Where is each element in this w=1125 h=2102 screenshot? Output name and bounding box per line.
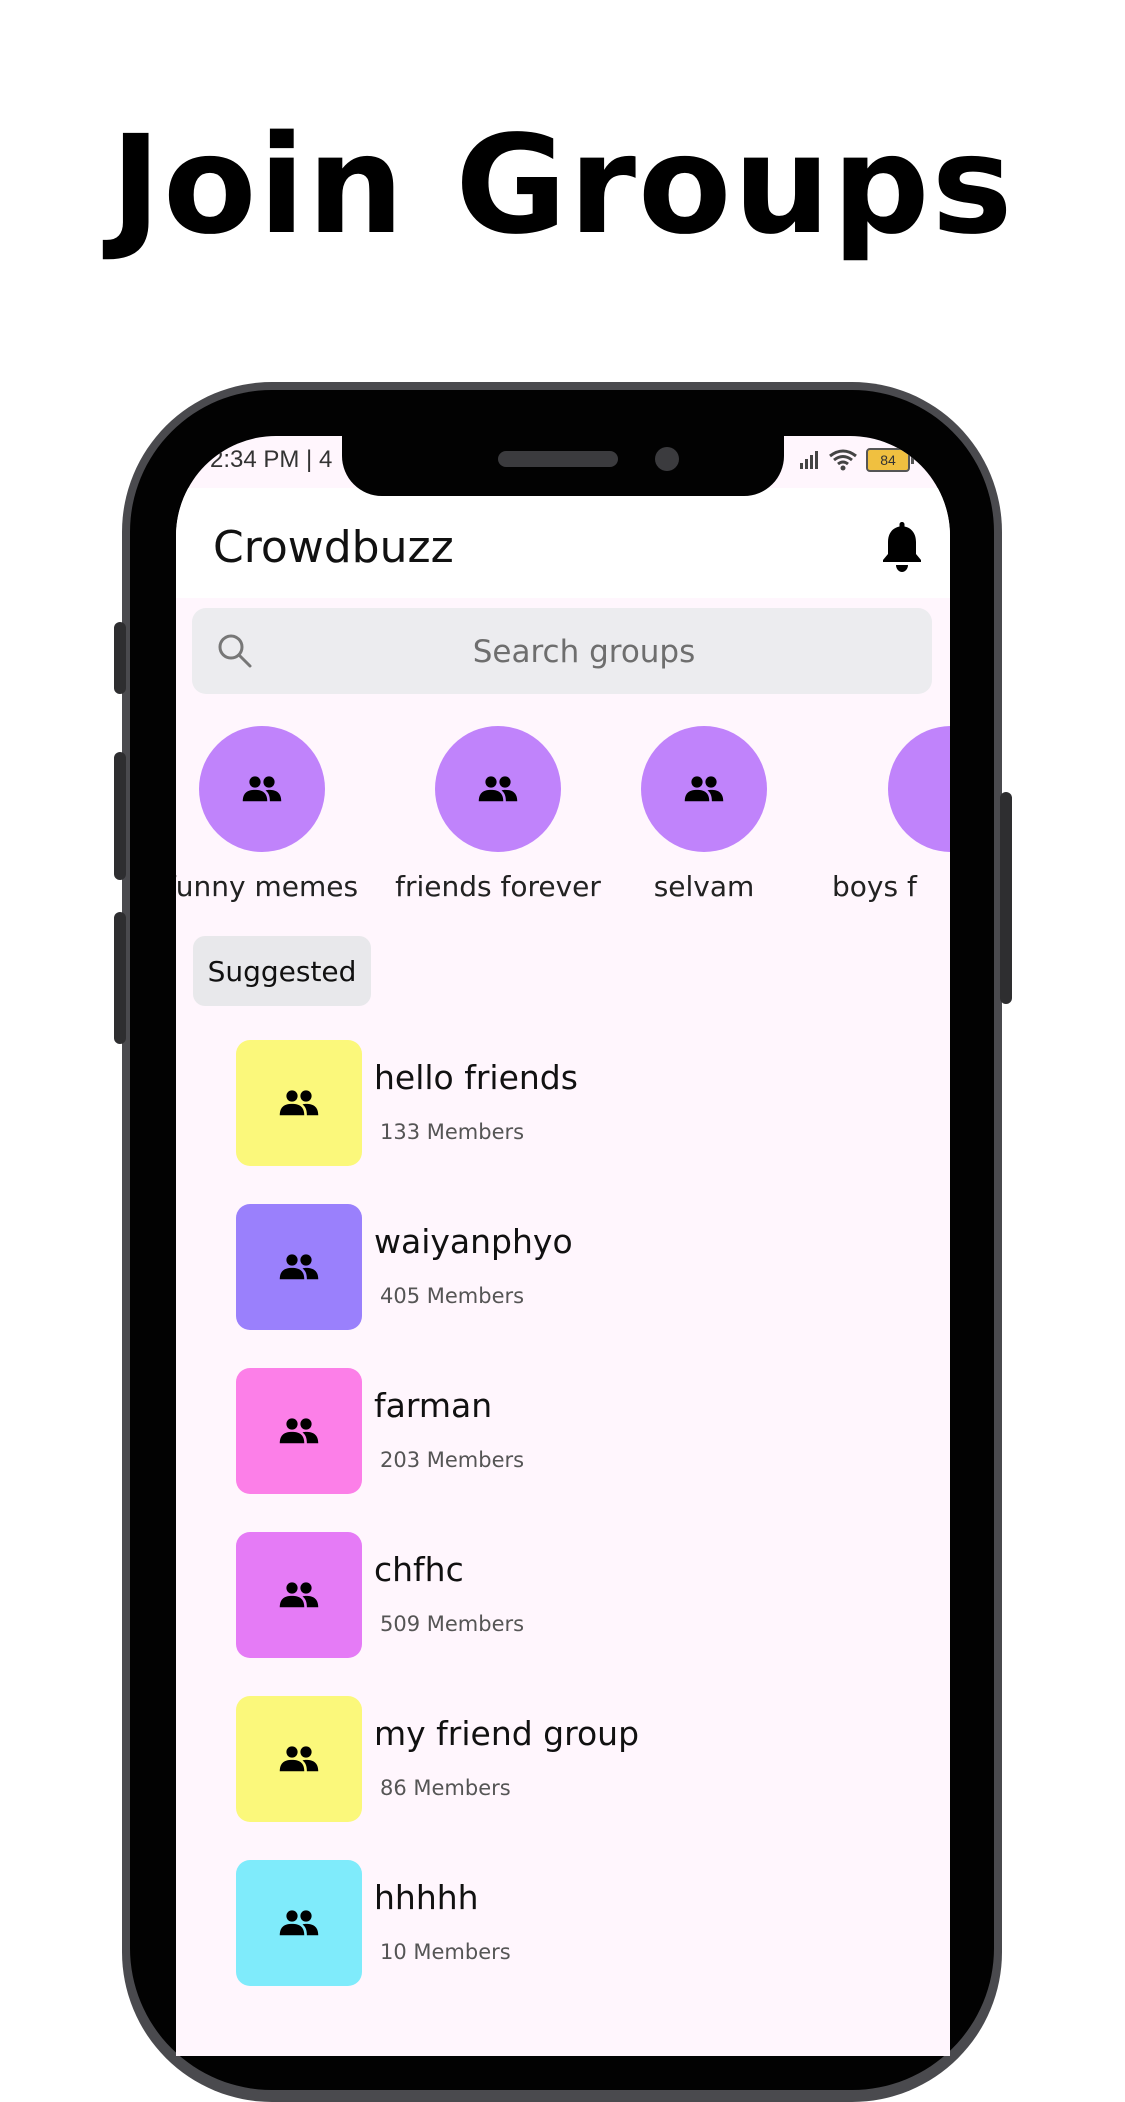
phone-speaker <box>498 451 618 467</box>
story-avatar <box>199 726 325 852</box>
group-icon <box>279 1254 319 1280</box>
app-bar: Crowdbuzz <box>176 488 950 598</box>
group-thumbnail <box>236 1040 362 1166</box>
group-thumbnail <box>236 1860 362 1986</box>
story-avatar <box>435 726 561 852</box>
group-member-count: 133 Members <box>380 1120 525 1144</box>
phone-power-button <box>1000 792 1012 1004</box>
story-funny-memes[interactable]: funny memes <box>176 726 372 903</box>
group-member-count: 509 Members <box>380 1612 525 1636</box>
signal-icon <box>800 451 818 469</box>
group-icon <box>684 776 724 802</box>
list-item[interactable]: hhhhh 10 Members <box>236 1860 936 2024</box>
status-time: 2:34 PM | 4 <box>210 446 333 473</box>
app-title: Crowdbuzz <box>213 522 454 573</box>
group-list: hello friends 133 Members waiyanphyo 405… <box>236 1040 936 2024</box>
group-icon <box>478 776 518 802</box>
search-icon <box>218 634 252 668</box>
group-name: hhhhh <box>374 1878 479 1917</box>
story-avatar <box>641 726 767 852</box>
phone-volume-up-button <box>114 752 126 880</box>
list-item[interactable]: waiyanphyo 405 Members <box>236 1204 936 1368</box>
group-thumbnail <box>236 1368 362 1494</box>
group-member-count: 86 Members <box>380 1776 511 1800</box>
group-stories-row: funny memes friends forever selvam boys … <box>176 726 950 906</box>
search-bar[interactable] <box>192 608 932 696</box>
phone-screen: 2:34 PM | 4 84 Crowdbuzz Search groups f… <box>176 436 950 2056</box>
group-name: chfhc <box>374 1550 464 1589</box>
phone-camera <box>655 447 679 471</box>
suggested-chip[interactable]: Suggested <box>193 936 371 1006</box>
story-boys[interactable]: boys f <box>808 726 950 903</box>
group-icon <box>279 1090 319 1116</box>
group-member-count: 203 Members <box>380 1448 525 1472</box>
story-friends-forever[interactable]: friends forever <box>388 726 608 903</box>
phone-volume-down-button <box>114 912 126 1044</box>
group-member-count: 10 Members <box>380 1940 511 1964</box>
story-label: friends forever <box>395 870 601 903</box>
group-name: farman <box>374 1386 493 1425</box>
list-item[interactable]: farman 203 Members <box>236 1368 936 1532</box>
group-member-count: 405 Members <box>380 1284 525 1308</box>
search-input[interactable] <box>272 608 896 696</box>
promo-headline: Join Groups <box>110 107 1015 265</box>
story-label: boys f <box>832 870 917 903</box>
group-name: my friend group <box>374 1714 640 1753</box>
group-icon <box>279 1582 319 1608</box>
group-name: hello friends <box>374 1058 578 1097</box>
status-icons: 84 <box>798 448 914 472</box>
list-item[interactable]: chfhc 509 Members <box>236 1532 936 1696</box>
list-item[interactable]: hello friends 133 Members <box>236 1040 936 1204</box>
phone-side-button <box>114 622 126 694</box>
group-thumbnail <box>236 1204 362 1330</box>
group-name: waiyanphyo <box>374 1222 573 1261</box>
group-icon <box>279 1746 319 1772</box>
group-thumbnail <box>236 1532 362 1658</box>
wifi-icon <box>829 449 857 471</box>
battery-icon: 84 <box>866 448 914 472</box>
group-icon <box>279 1418 319 1444</box>
group-icon <box>279 1910 319 1936</box>
story-label: funny memes <box>176 870 359 903</box>
group-icon <box>242 776 282 802</box>
notification-bell-icon[interactable] <box>878 518 926 574</box>
group-thumbnail <box>236 1696 362 1822</box>
story-selvam[interactable]: selvam <box>594 726 814 903</box>
list-item[interactable]: my friend group 86 Members <box>236 1696 936 1860</box>
story-avatar <box>888 726 950 852</box>
story-label: selvam <box>653 870 755 903</box>
